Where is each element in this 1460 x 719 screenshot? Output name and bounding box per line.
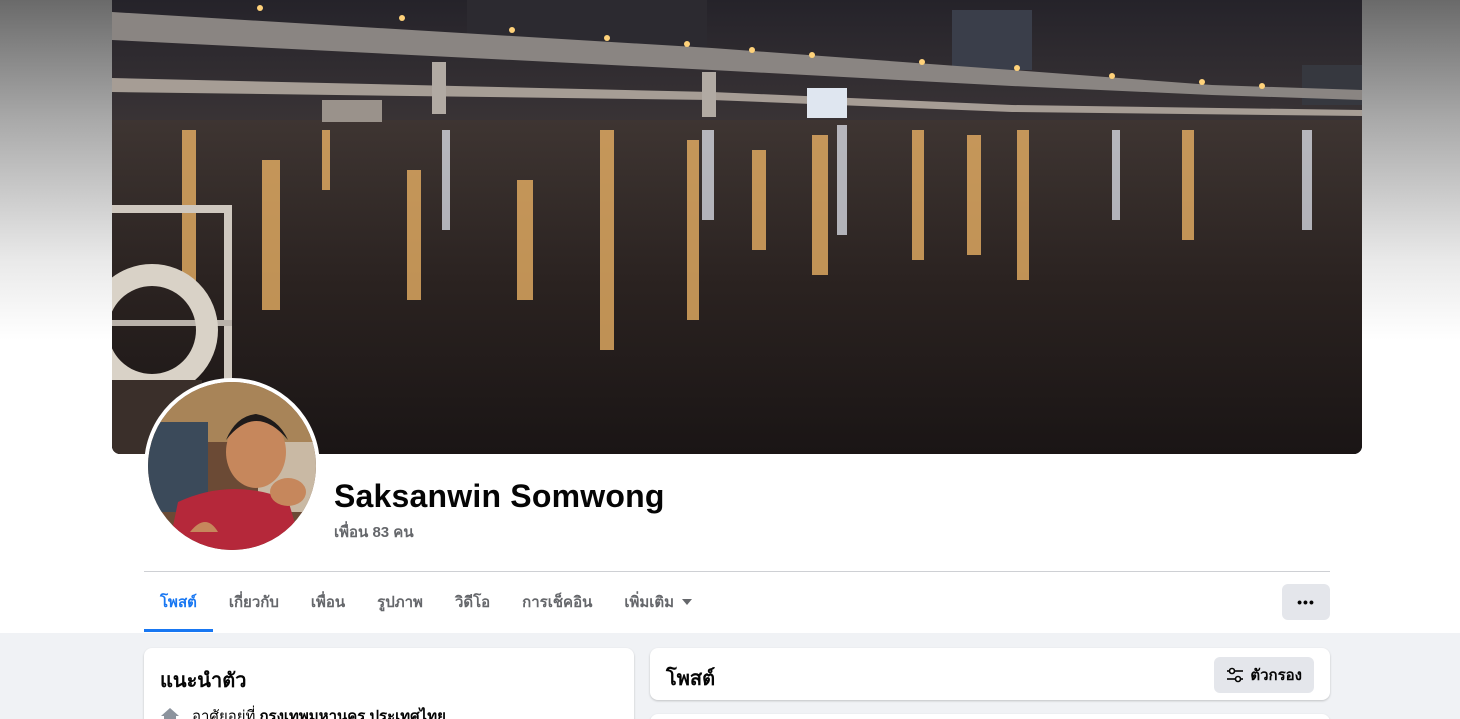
next-post-card <box>650 714 1330 719</box>
posts-title: โพสต์ <box>666 668 716 690</box>
tab-checkins[interactable]: การเช็คอิน <box>506 572 608 632</box>
more-options-button[interactable]: ••• <box>1282 584 1330 620</box>
home-icon <box>161 708 179 719</box>
tab-about[interactable]: เกี่ยวกับ <box>213 572 295 632</box>
tab-videos[interactable]: วิดีโอ <box>439 572 506 632</box>
intro-card: แนะนำตัว อาศัยอยู่ที่ กรุงเทพมหานคร ประเ… <box>144 648 634 719</box>
tab-more[interactable]: เพิ่มเติม <box>608 572 708 632</box>
filter-label: ตัวกรอง <box>1250 667 1302 684</box>
lives-in-place[interactable]: กรุงเทพมหานคร ประเทศไทย <box>259 704 445 719</box>
tab-more-label: เพิ่มเติม <box>624 594 675 611</box>
cover-photo-image <box>112 0 1362 454</box>
intro-title: แนะนำตัว <box>160 670 247 692</box>
avatar <box>148 382 316 550</box>
lives-in-prefix: อาศัยอยู่ที่ <box>192 708 256 719</box>
profile-name: Saksanwin Somwong <box>334 478 665 514</box>
caret-down-icon <box>682 599 693 605</box>
friends-count[interactable]: เพื่อน 83 คน <box>334 520 414 544</box>
filter-sliders-icon <box>1227 667 1244 683</box>
intro-lives-in: อาศัยอยู่ที่ กรุงเทพมหานคร ประเทศไทย <box>160 704 446 719</box>
tab-photos[interactable]: รูปภาพ <box>361 572 439 632</box>
cover-photo[interactable] <box>112 0 1362 454</box>
profile-tabs: โพสต์ เกี่ยวกับ เพื่อน รูปภาพ วิดีโอ การ… <box>144 572 708 632</box>
tab-friends[interactable]: เพื่อน <box>295 572 361 632</box>
posts-card: โพสต์ ตัวกรอง <box>650 648 1330 700</box>
filter-button[interactable]: ตัวกรอง <box>1214 657 1314 693</box>
tab-posts[interactable]: โพสต์ <box>144 572 213 632</box>
profile-picture[interactable] <box>144 378 320 554</box>
